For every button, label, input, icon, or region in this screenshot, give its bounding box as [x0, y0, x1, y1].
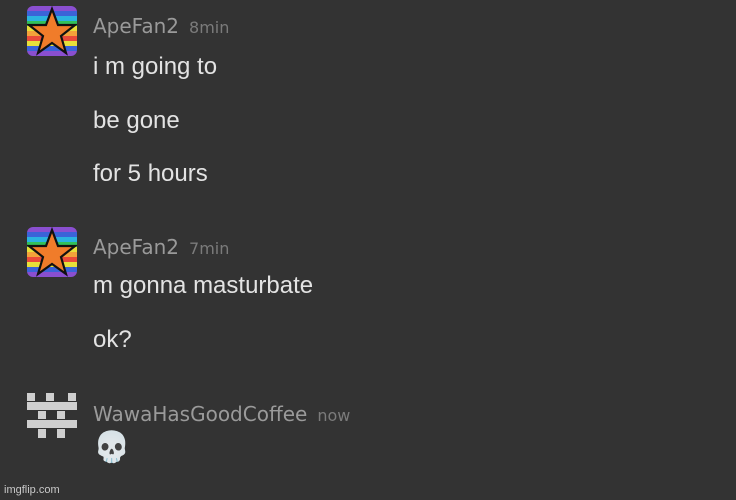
chat-feed: ApeFan2 8min i m going to be gone for 5 h…	[0, 0, 736, 500]
pixel-glyph-icon[interactable]	[27, 393, 77, 443]
message-header: WawaHasGoodCoffee now	[93, 402, 350, 426]
timestamp: 8min	[189, 18, 230, 37]
rainbow-star-icon[interactable]	[27, 6, 77, 56]
skull-emoji: 💀	[93, 430, 131, 465]
username[interactable]: ApeFan2	[93, 14, 179, 38]
watermark: imgflip.com	[4, 484, 60, 496]
timestamp: now	[317, 406, 351, 425]
username[interactable]: ApeFan2	[93, 235, 179, 259]
timestamp: 7min	[189, 239, 230, 258]
username[interactable]: WawaHasGoodCoffee	[93, 402, 307, 426]
rainbow-star-icon[interactable]	[27, 227, 77, 277]
message-text: i m going to	[93, 53, 218, 80]
message-text: for 5 hours	[93, 160, 208, 187]
message-text: be gone	[93, 107, 180, 134]
message-text: ok?	[93, 326, 132, 353]
message-header: ApeFan2 7min	[93, 235, 229, 259]
message-text: m gonna masturbate	[93, 272, 314, 299]
message-header: ApeFan2 8min	[93, 14, 229, 38]
